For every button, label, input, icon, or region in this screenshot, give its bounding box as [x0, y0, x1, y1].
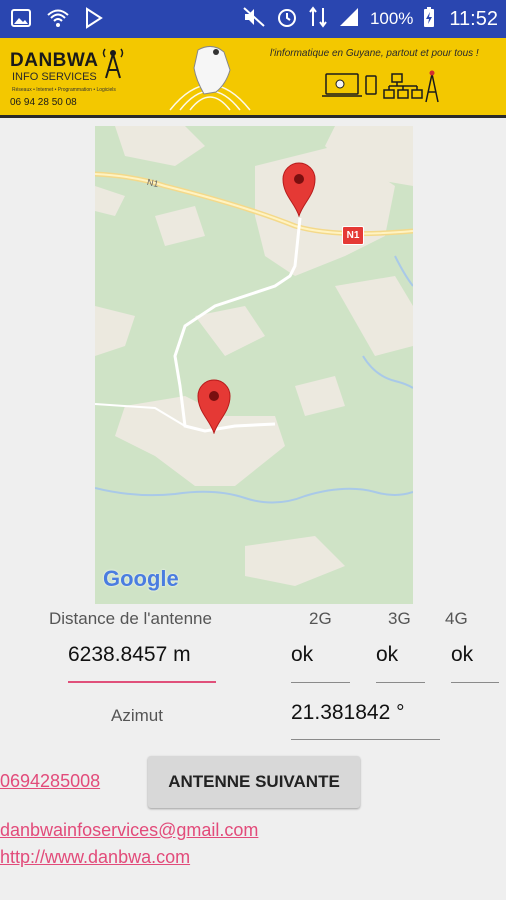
clock: 11:52	[449, 7, 498, 30]
google-attribution: Google	[103, 566, 179, 591]
azimut-field[interactable]: 21.381842 °	[291, 701, 405, 725]
net-header-2g: 2G	[309, 609, 332, 628]
net-header-3g: 3G	[388, 609, 411, 628]
net-header-4g: 4G	[445, 609, 468, 628]
antenna-marker-icon[interactable]	[281, 161, 317, 222]
azimut-label: Azimut	[111, 706, 163, 725]
mute-icon	[242, 6, 266, 33]
user-marker-icon[interactable]	[196, 378, 232, 439]
banner-tagline: l'informatique en Guyane, partout et pou…	[270, 48, 479, 59]
gallery-icon	[10, 7, 32, 34]
guyane-map-logo	[150, 40, 270, 121]
status-bar: 100% 11:52	[0, 0, 506, 38]
devices-illustration	[322, 66, 442, 111]
status-2g-field[interactable]: ok	[291, 643, 313, 667]
brand-services: Réseaux • Internet • Programmation • Log…	[12, 87, 116, 93]
brand-name: DANBWA	[10, 50, 99, 71]
distance-underline	[68, 681, 216, 683]
email-link[interactable]: danbwainfoservices@gmail.com	[0, 820, 258, 841]
map-view[interactable]: N1 N1 Google	[95, 126, 413, 604]
status-4g-underline	[451, 682, 499, 683]
play-store-icon	[84, 7, 104, 34]
phone-link[interactable]: 0694285008	[0, 771, 100, 792]
alarm-icon	[276, 6, 298, 33]
app-banner: DANBWA INFO SERVICES Réseaux • Internet …	[0, 38, 506, 118]
website-link[interactable]: http://www.danbwa.com	[0, 847, 190, 868]
road-label: N1	[146, 176, 160, 190]
distance-field[interactable]: 6238.8457 m	[68, 643, 191, 667]
status-3g-field[interactable]: ok	[376, 643, 398, 667]
battery-level: 100%	[369, 9, 414, 28]
status-3g-underline	[376, 682, 425, 683]
status-4g-field[interactable]: ok	[451, 643, 473, 667]
antenna-logo-icon	[100, 46, 126, 85]
battery-charging-icon	[423, 6, 435, 33]
signal-icon	[338, 6, 360, 33]
brand-subtitle: INFO SERVICES	[12, 71, 97, 83]
azimut-underline	[291, 739, 440, 740]
next-antenna-button[interactable]: ANTENNE SUIVANTE	[148, 756, 360, 808]
road-shield: N1	[342, 226, 364, 245]
wifi-icon	[46, 7, 70, 34]
data-transfer-icon	[308, 5, 328, 33]
brand-phone: 06 94 28 50 08	[10, 97, 77, 108]
map-terrain	[95, 126, 413, 604]
status-2g-underline	[291, 682, 350, 683]
distance-label: Distance de l'antenne	[49, 609, 212, 628]
